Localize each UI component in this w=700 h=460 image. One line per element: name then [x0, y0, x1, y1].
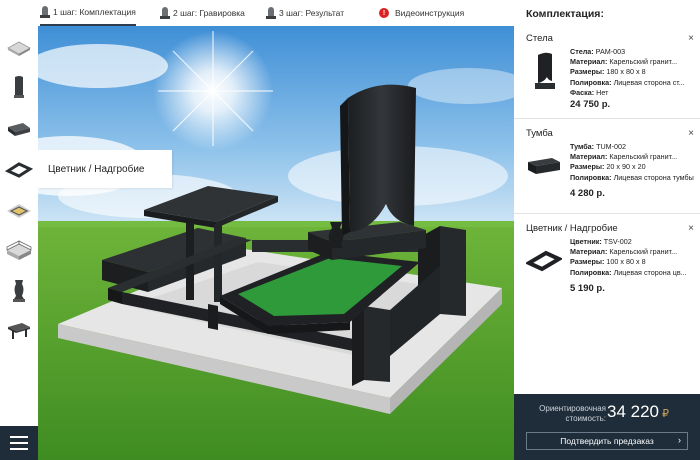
- step-3-label: 3 шаг: Результат: [279, 8, 345, 18]
- prop-row: Материал: Карельский гранит...: [570, 247, 678, 257]
- stele-thumbnail: [535, 52, 555, 89]
- remove-flowerbed-button[interactable]: ×: [688, 223, 694, 234]
- panel-title: Комплектация:: [526, 8, 604, 20]
- config-item-stele: Стела × Стела: РАМ-003 Материал: Карельс…: [526, 33, 694, 123]
- item-properties: Цветник: TSV-002 Материал: Карельский гр…: [570, 237, 696, 278]
- vase-icon: [13, 280, 25, 302]
- remove-pedestal-button[interactable]: ×: [688, 128, 694, 139]
- item-properties: Стела: РАМ-003 Материал: Карельский гран…: [570, 47, 696, 98]
- config-item-pedestal: Тумба × Тумба: TUM-002 Материал: Карельс…: [526, 128, 694, 218]
- item-price: 24 750 р.: [570, 99, 611, 110]
- prop-row: Материал: Карельский гранит...: [570, 57, 678, 67]
- tool-base-slab[interactable]: [0, 28, 38, 66]
- chevron-right-icon: ›: [678, 435, 681, 445]
- step-3-tab[interactable]: 3 шаг: Результат: [266, 0, 344, 26]
- element-toolbar: [0, 26, 38, 460]
- tool-bench[interactable]: [0, 312, 38, 350]
- monument-3d-viewport[interactable]: [38, 26, 514, 460]
- exclamation-icon: !: [379, 8, 389, 18]
- item-properties: Тумба: TUM-002 Материал: Карельский гран…: [570, 142, 696, 183]
- video-instruction-link[interactable]: ! Видеоинструкция: [379, 0, 464, 26]
- step-bar: 1 шаг: Комплектация 2 шаг: Гравировка 3 …: [0, 0, 514, 26]
- step-1-tab[interactable]: 1 шаг: Комплектация: [40, 0, 136, 26]
- item-price: 4 280 р.: [570, 188, 605, 199]
- flowerbed-tooltip-label: Цветник / Надгробие: [48, 163, 145, 175]
- prop-row: Цветник: TSV-002: [570, 237, 632, 246]
- tool-stele[interactable]: [0, 68, 38, 106]
- base-slab-icon: [7, 41, 31, 56]
- configuration-panel: Комплектация: Стела × Стела: РАМ-003 Мат…: [514, 0, 700, 460]
- tool-vase[interactable]: [0, 272, 38, 310]
- flowerbed-icon: [5, 162, 33, 178]
- currency-symbol: ₽: [662, 408, 669, 420]
- item-price: 5 190 р.: [570, 283, 605, 294]
- video-instruction-label: Видеоинструкция: [395, 8, 465, 18]
- remove-stele-button[interactable]: ×: [688, 33, 694, 44]
- prop-row: Размеры: 180 х 80 х 8: [570, 67, 646, 77]
- confirm-preorder-button[interactable]: Подтвердить предзаказ ›: [526, 432, 688, 450]
- tool-fence[interactable]: [0, 232, 38, 270]
- pedestal-thumbnail: [528, 158, 560, 174]
- menu-icon: [10, 436, 28, 438]
- pedestal-icon: [8, 123, 30, 136]
- item-heading: Цветник / Надгробие: [526, 223, 618, 234]
- prop-row: Полировка: Лицевая сторона ст...: [570, 77, 685, 87]
- config-item-flowerbed: Цветник / Надгробие × Цветник: TSV-002 М…: [526, 223, 694, 313]
- monument-icon: [160, 7, 170, 19]
- prop-row: Материал: Карельский гранит...: [570, 152, 678, 162]
- fence-icon: [6, 240, 32, 260]
- item-divider: [514, 118, 700, 119]
- total-value: 34 220: [607, 402, 659, 421]
- monument-icon: [266, 7, 276, 19]
- prop-row: Полировка: Лицевая сторона тумбы: [570, 172, 694, 182]
- monument-scene-image: [38, 26, 514, 460]
- prop-row: Фаска: Нет: [570, 87, 609, 97]
- item-heading: Тумба: [526, 128, 553, 139]
- step-1-label: 1 шаг: Комплектация: [53, 7, 136, 17]
- item-heading: Стела: [526, 33, 553, 44]
- step-2-label: 2 шаг: Гравировка: [173, 8, 245, 18]
- prop-row: Стела: РАМ-003: [570, 47, 626, 56]
- confirm-preorder-label: Подтвердить предзаказ: [560, 436, 654, 446]
- frame-icon: [7, 204, 31, 218]
- prop-row: Тумба: TUM-002: [570, 142, 627, 151]
- tool-pedestal[interactable]: [0, 110, 38, 148]
- flowerbed-thumbnail: [526, 250, 562, 272]
- prop-row: Размеры: 100 х 80 х 8: [570, 257, 646, 267]
- prop-row: Размеры: 20 х 90 х 20: [570, 162, 646, 172]
- stele-icon: [14, 76, 24, 98]
- total-summary: Ориентировочная стоимость: 34 220 ₽ Подтв…: [514, 394, 700, 460]
- bench-icon: [8, 323, 30, 339]
- step-2-tab[interactable]: 2 шаг: Гравировка: [160, 0, 245, 26]
- prop-row: Полировка: Лицевая сторона цв...: [570, 267, 687, 277]
- flowerbed-tooltip[interactable]: Цветник / Надгробие: [38, 150, 172, 188]
- total-label: Ориентировочная стоимость:: [539, 404, 606, 423]
- monument-icon: [40, 6, 50, 18]
- tool-frame[interactable]: [0, 192, 38, 230]
- tool-flowerbed[interactable]: [0, 150, 38, 188]
- item-divider: [514, 213, 700, 214]
- total-value-wrap: 34 220 ₽: [607, 402, 669, 422]
- hamburger-menu-button[interactable]: [0, 426, 38, 460]
